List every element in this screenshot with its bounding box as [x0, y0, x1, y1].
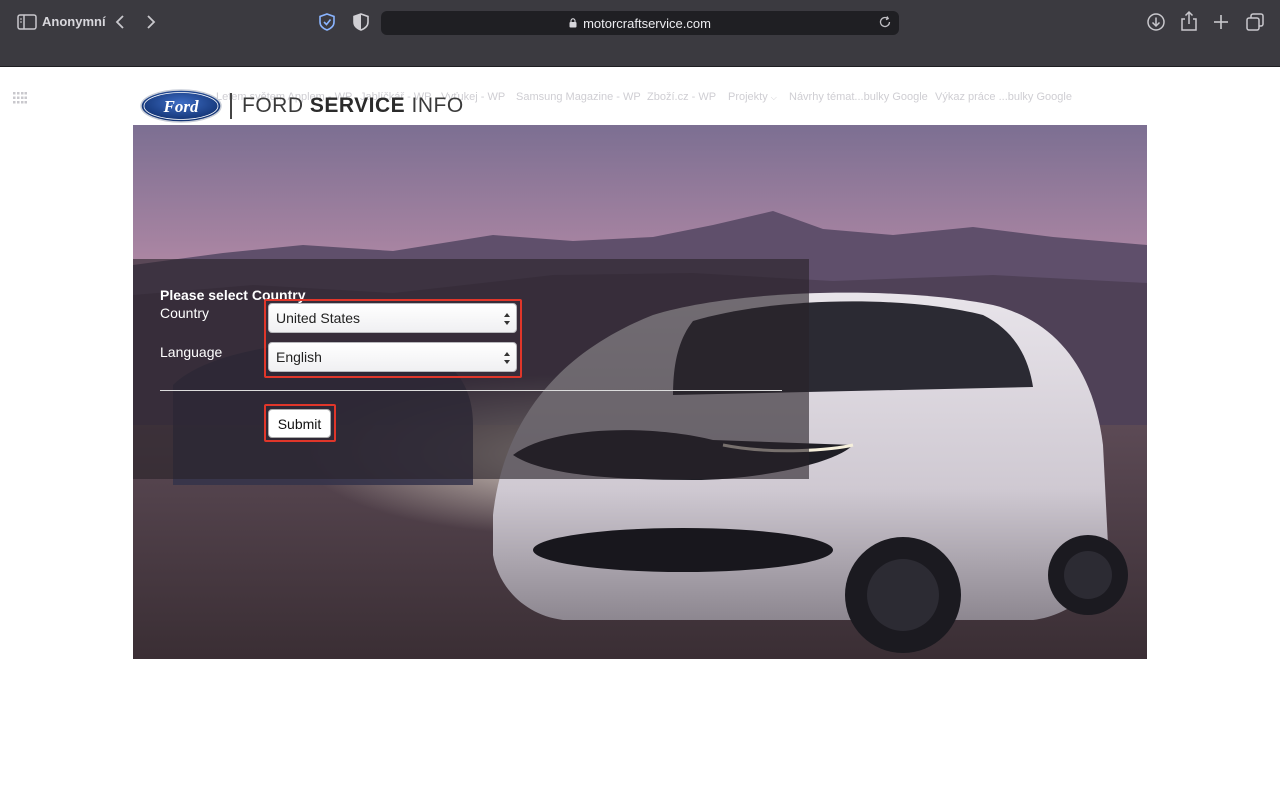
new-tab-icon[interactable]: [1210, 11, 1232, 33]
bookmark-item[interactable]: Návrhy témat...bulky Google: [789, 91, 928, 103]
ford-oval-logo-icon: Ford: [140, 89, 222, 123]
favorites-grid-icon[interactable]: [12, 91, 28, 105]
lock-icon: [569, 18, 577, 28]
country-select-value: United States: [276, 310, 361, 326]
reload-icon[interactable]: [878, 15, 892, 29]
logo-divider: [230, 93, 232, 119]
bookmark-folder-label: Projekty: [728, 91, 768, 103]
submit-button[interactable]: Submit: [268, 409, 331, 438]
url-text: motorcraftservice.com: [583, 15, 711, 31]
tab-overview-icon[interactable]: [1244, 11, 1266, 33]
bookmark-item[interactable]: Zboží.cz - WP: [647, 91, 716, 103]
bookmark-item[interactable]: Výkaz práce ...bulky Google: [935, 91, 1072, 103]
select-arrows-icon: [504, 352, 510, 364]
country-label: Country: [160, 305, 210, 321]
site-title-bold: SERVICE: [309, 94, 406, 117]
privacy-shield-icon[interactable]: [316, 11, 338, 33]
bookmarks-bar: Letem světem Applem - WP Jablíčkář - WP …: [0, 44, 1280, 104]
browser-toolbar: Anonymní motorcraftservice.com: [0, 0, 1280, 44]
form-divider: [160, 390, 782, 391]
site-title: FORD SERVICE INFO: [242, 94, 464, 118]
ford-logo-lettering: Ford: [163, 97, 199, 116]
share-icon[interactable]: [1178, 10, 1200, 32]
site-title-part: INFO: [411, 94, 464, 117]
select-arrows-icon: [504, 313, 510, 325]
bookmark-item[interactable]: Samsung Magazine - WP: [516, 91, 641, 103]
private-profile-label[interactable]: Anonymní: [42, 14, 106, 29]
language-select[interactable]: English: [268, 342, 517, 372]
sidebar-toggle-icon[interactable]: [16, 12, 38, 32]
language-select-value: English: [276, 349, 322, 365]
downloads-icon[interactable]: [1145, 11, 1167, 33]
back-icon[interactable]: [110, 12, 130, 32]
browser-chrome: Anonymní motorcraftservice.com Letem svě…: [0, 0, 1280, 104]
country-select[interactable]: United States: [268, 303, 517, 333]
country-selection-panel: Please select Country Country Language U…: [133, 259, 809, 479]
chevron-down-icon: ⌵: [770, 93, 777, 102]
ford-service-info-logo[interactable]: Ford FORD SERVICE INFO: [140, 88, 464, 124]
content-blocker-icon[interactable]: [350, 11, 372, 33]
language-label: Language: [160, 344, 223, 360]
site-title-part: FORD: [242, 94, 304, 117]
address-bar[interactable]: motorcraftservice.com: [381, 11, 899, 35]
bookmark-folder-projekty[interactable]: Projekty ⌵: [728, 91, 777, 103]
forward-icon[interactable]: [141, 12, 161, 32]
